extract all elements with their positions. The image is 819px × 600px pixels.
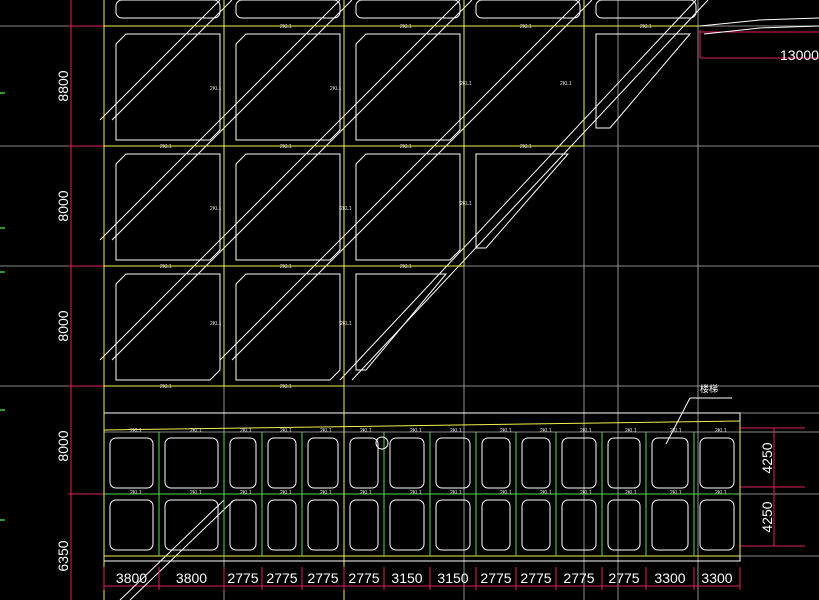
- beam-label: 2KL1: [540, 428, 552, 434]
- beam-label: 2KL1: [280, 490, 292, 496]
- left-dimension-value: 8000: [55, 430, 71, 461]
- beam-label: 2KL1: [340, 321, 352, 327]
- beam-label: 2KL1: [540, 490, 552, 496]
- beam-label: 2KL1: [460, 81, 472, 87]
- beam-label: 2KL1: [715, 428, 727, 434]
- beam-label: 2KL1: [450, 428, 462, 434]
- left-dimension-value: 8800: [55, 70, 71, 101]
- beam-label: 2KL1: [210, 86, 222, 92]
- beam-label: 2KL1: [410, 428, 422, 434]
- beam-label: 2KL1: [190, 490, 202, 496]
- beam-label: 2KL1: [670, 490, 682, 496]
- beam-label: 2KL1: [460, 201, 472, 207]
- beam-label: 2KL1: [280, 24, 292, 30]
- canvas-background: [0, 0, 819, 600]
- beam-label: 2KL1: [580, 490, 592, 496]
- bottom-dimension-value: 2775: [307, 570, 338, 586]
- beam-label: 2KL1: [210, 206, 222, 212]
- beam-label: 2KL1: [500, 490, 512, 496]
- beam-label: 2KL1: [240, 428, 252, 434]
- beam-label: 2KL1: [500, 428, 512, 434]
- top-right-dimension: 13000: [780, 47, 819, 63]
- beam-label: 2KL1: [400, 264, 412, 270]
- beam-label: 2KL1: [640, 24, 652, 30]
- bottom-dimension-value: 2775: [520, 570, 551, 586]
- beam-label: 2KL1: [280, 264, 292, 270]
- beam-label: 2KL1: [160, 264, 172, 270]
- beam-label: 2KL1: [625, 428, 637, 434]
- stair-callout-label: 楼梯: [700, 383, 718, 394]
- beam-label: 2KL1: [360, 490, 372, 496]
- beam-label: 2KL1: [715, 490, 727, 496]
- beam-label: 2KL1: [320, 428, 332, 434]
- bottom-dimension-value: 2775: [348, 570, 379, 586]
- bottom-dimension-value: 2775: [563, 570, 594, 586]
- bottom-dimension-value: 3150: [437, 570, 468, 586]
- beam-label: 2KL1: [280, 428, 292, 434]
- beam-label: 2KL1: [410, 490, 422, 496]
- beam-label: 2KL1: [160, 144, 172, 150]
- left-dimension-value: 6350: [55, 540, 71, 571]
- left-dimension-value: 8000: [55, 190, 71, 221]
- beam-label: 2KL1: [580, 428, 592, 434]
- beam-label: 2KL1: [670, 428, 682, 434]
- cad-drawing-canvas[interactable]: 楼梯 8800 8000 8000 8000 6350 3800 3800 2775 2775…: [0, 0, 819, 600]
- beam-label: 2KL1: [240, 490, 252, 496]
- beam-label: 2KL1: [400, 24, 412, 30]
- bottom-dimension-value: 2775: [480, 570, 511, 586]
- beam-label: 2KL1: [330, 86, 342, 92]
- bottom-dimension-value: 3300: [701, 570, 732, 586]
- bottom-dimension-value: 3800: [176, 570, 207, 586]
- beam-label: 2KL1: [625, 490, 637, 496]
- beam-label: 2KL1: [320, 490, 332, 496]
- bottom-dimension-value: 2775: [227, 570, 258, 586]
- right-dimension-value: 4250: [759, 501, 775, 532]
- beam-label: 2KL1: [130, 490, 142, 496]
- beam-label: 2KL1: [520, 144, 532, 150]
- bottom-dimension-value: 2775: [266, 570, 297, 586]
- beam-label: 2KL1: [400, 144, 412, 150]
- left-dimension-value: 8000: [55, 310, 71, 341]
- beam-label: 2KL1: [360, 428, 372, 434]
- beam-label: 2KL1: [340, 206, 352, 212]
- beam-label: 2KL1: [210, 321, 222, 327]
- beam-label: 2KL1: [190, 428, 202, 434]
- beam-label: 2KL1: [130, 428, 142, 434]
- bottom-dimension-value: 3300: [654, 570, 685, 586]
- bottom-dimension-value: 3800: [116, 570, 147, 586]
- beam-label: 2KL1: [280, 384, 292, 390]
- bottom-dimension-value: 3150: [391, 570, 422, 586]
- right-dimension-value: 4250: [759, 442, 775, 473]
- bottom-dimension-value: 2775: [608, 570, 639, 586]
- beam-label: 2KL1: [450, 490, 462, 496]
- beam-label: 2KL1: [160, 384, 172, 390]
- beam-label: 2KL1: [560, 81, 572, 87]
- beam-label: 2KL1: [280, 144, 292, 150]
- beam-label: 2KL1: [520, 24, 532, 30]
